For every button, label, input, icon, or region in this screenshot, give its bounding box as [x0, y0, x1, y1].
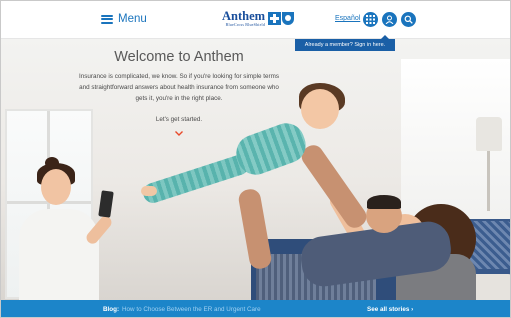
father-arm-right [297, 141, 371, 232]
child-legs [140, 152, 252, 206]
menu-label: Menu [118, 13, 147, 25]
mother-head [41, 169, 71, 205]
hero-section: Welcome to Anthem Insurance is complicat… [1, 39, 510, 300]
anthem-logo[interactable]: Anthem BlueCross BlueShield [222, 9, 295, 27]
chevron-down-icon[interactable] [175, 131, 183, 136]
father-arm-left [237, 187, 273, 271]
lamp-stem [487, 151, 490, 211]
menu-button[interactable]: Menu [101, 13, 147, 25]
hamburger-icon [101, 14, 113, 24]
language-link[interactable]: Español [335, 15, 360, 22]
blog-article-link[interactable]: How to Choose Between the ER and Urgent … [122, 306, 261, 313]
mother-figure [19, 209, 99, 300]
search-icon[interactable] [401, 12, 416, 27]
child-head [301, 89, 339, 129]
child-foot [141, 186, 157, 196]
phone-in-hand [98, 190, 114, 218]
intro-text: Insurance is complicated, we know. So if… [79, 73, 279, 102]
welcome-panel: Welcome to Anthem Insurance is complicat… [79, 47, 279, 141]
blog-label: Blog: [103, 306, 120, 313]
blog-bar: Blog: How to Choose Between the ER and U… [1, 300, 510, 317]
see-all-stories-link[interactable]: See all stories › [367, 306, 413, 313]
logo-wordmark: Anthem [222, 9, 266, 23]
blue-cross-icon [268, 12, 282, 25]
father-hair [367, 195, 401, 209]
lamp-shade [476, 117, 502, 151]
page-frame: Menu Anthem BlueCross BlueShield Español… [0, 0, 511, 318]
page-title: Welcome to Anthem [114, 49, 244, 65]
blue-shield-icon [282, 12, 295, 25]
user-icon[interactable] [382, 12, 397, 27]
signin-tooltip[interactable]: Already a member? Sign in here. [295, 35, 395, 51]
get-started-link[interactable]: Let's get started. [79, 116, 279, 123]
logo-subtitle: BlueCross BlueShield [225, 22, 266, 27]
grid-icon[interactable] [363, 12, 378, 27]
site-header: Menu Anthem BlueCross BlueShield Español [1, 1, 510, 39]
mother-hair-bun [45, 157, 59, 169]
